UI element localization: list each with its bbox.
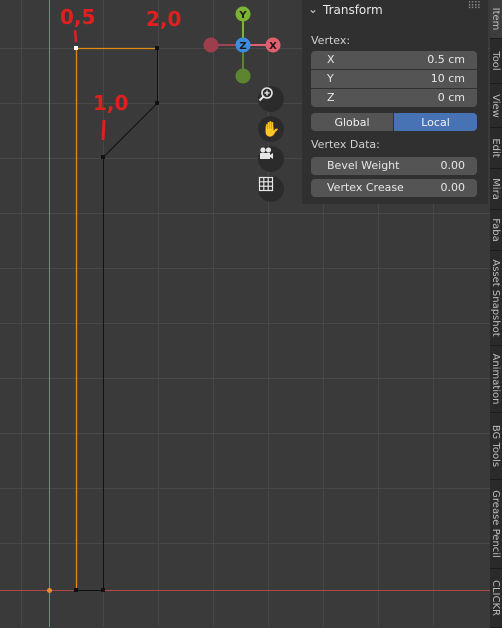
- field-label: Bevel Weight: [327, 159, 400, 172]
- tab-view[interactable]: View: [490, 84, 502, 128]
- pan-button[interactable]: ✋: [258, 116, 284, 142]
- annotation-tick: [73, 29, 78, 43]
- mesh-vertices[interactable]: [74, 46, 159, 592]
- annotation-top-right: 2,0: [146, 7, 181, 31]
- perspective-toggle-button[interactable]: [258, 176, 284, 202]
- annotation-top-left: 0,5: [60, 5, 95, 29]
- field-label: Z: [327, 91, 335, 104]
- tab-faba[interactable]: Faba: [490, 210, 502, 251]
- tab-animation[interactable]: Animation: [490, 346, 502, 413]
- gizmo-neg-y[interactable]: [235, 68, 251, 84]
- origin-point: [47, 588, 52, 593]
- tab-label: View: [490, 93, 501, 118]
- field-label: X: [327, 53, 335, 66]
- vertex-z-field[interactable]: Z 0 cm: [311, 89, 477, 107]
- tab-bg-tools[interactable]: BG Tools: [490, 413, 502, 480]
- vertex: [74, 588, 78, 592]
- vertex-x-field[interactable]: X 0.5 cm: [311, 51, 477, 69]
- tab-tool[interactable]: Tool: [490, 39, 502, 84]
- camera-icon: [260, 147, 273, 159]
- sidebar-tab-strip: Item Tool View Edit Mira Faba Asset Snap…: [490, 0, 502, 628]
- vertex-active: [74, 46, 78, 50]
- vertex-crease-field[interactable]: Vertex Crease 0.00: [311, 179, 477, 197]
- vertex: [101, 588, 105, 592]
- tab-label: Faba: [490, 218, 501, 242]
- gizmo-y-label: Y: [238, 10, 247, 21]
- field-value: 10 cm: [430, 72, 465, 85]
- tab-label: Mira: [490, 178, 501, 200]
- tab-label: Asset Snapshot: [490, 259, 501, 337]
- field-value: 0.00: [440, 181, 466, 194]
- bevel-weight-field[interactable]: Bevel Weight 0.00: [311, 157, 477, 175]
- annotation-middle: 1,0: [93, 91, 128, 115]
- hand-pan-icon: ✋: [261, 119, 281, 138]
- tab-mira[interactable]: Mira: [490, 169, 502, 210]
- grid-ortho-icon: [258, 176, 274, 192]
- field-value: 0 cm: [437, 91, 465, 104]
- gizmo-x-label: X: [269, 41, 277, 52]
- vertex: [155, 46, 159, 50]
- tab-edit[interactable]: Edit: [490, 128, 502, 169]
- tab-item[interactable]: Item: [490, 0, 502, 39]
- gizmo-neg-x[interactable]: [203, 37, 219, 53]
- camera-view-button[interactable]: [258, 146, 284, 172]
- global-toggle[interactable]: Global: [311, 113, 393, 131]
- tab-grease-pencil[interactable]: Grease Pencil: [490, 480, 502, 569]
- gizmo-z-label: Z: [239, 41, 246, 52]
- local-toggle[interactable]: Local: [394, 113, 477, 131]
- vertex-y-field[interactable]: Y 10 cm: [311, 70, 477, 88]
- drag-handle-icon[interactable]: ⠿⠿: [467, 1, 481, 12]
- field-label: Y: [327, 72, 334, 85]
- chevron-down-icon[interactable]: ⌄: [308, 2, 318, 16]
- vertex: [155, 101, 159, 105]
- tab-clickr[interactable]: CLICKR: [490, 569, 502, 628]
- panel-title: Transform: [323, 3, 383, 17]
- annotation-tick: [101, 119, 106, 141]
- mesh-edges[interactable]: [75, 47, 158, 591]
- tab-label: Edit: [490, 138, 501, 158]
- vertex-heading: Vertex:: [311, 34, 351, 47]
- field-value: 0.5 cm: [427, 53, 465, 66]
- tab-label: Item: [490, 7, 501, 31]
- field-value: 0.00: [440, 159, 466, 172]
- tab-asset-snapshot[interactable]: Asset Snapshot: [490, 251, 502, 346]
- tab-label: Animation: [490, 353, 501, 405]
- field-label: Vertex Crease: [327, 181, 404, 194]
- zoom-icon: [258, 87, 273, 102]
- tab-label: CLICKR: [490, 580, 501, 616]
- vertex-data-heading: Vertex Data:: [311, 138, 380, 151]
- vertex: [101, 155, 105, 159]
- tab-label: Tool: [490, 51, 501, 71]
- zoom-button[interactable]: [258, 86, 284, 112]
- tab-label: BG Tools: [490, 424, 501, 468]
- transform-panel-header[interactable]: ⌄ Transform ⠿⠿: [302, 0, 488, 20]
- transform-panel: ⌄ Transform ⠿⠿ Vertex: X 0.5 cm Y 10 cm …: [302, 0, 488, 204]
- tab-label: Grease Pencil: [490, 490, 501, 558]
